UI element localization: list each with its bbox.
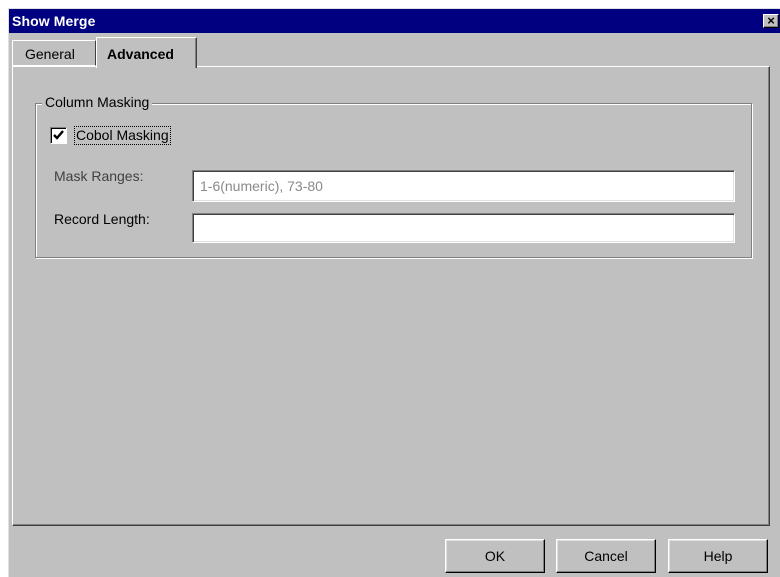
help-button[interactable]: Help: [668, 539, 768, 573]
column-masking-group-label: Column Masking: [42, 94, 153, 110]
cancel-button[interactable]: Cancel: [556, 539, 656, 573]
cobol-masking-label[interactable]: Cobol Masking: [74, 126, 171, 145]
record-length-input[interactable]: [192, 213, 735, 243]
tab-advanced[interactable]: Advanced: [96, 37, 197, 68]
window-title: Show Merge: [12, 13, 96, 29]
mask-ranges-input[interactable]: [192, 170, 735, 202]
tab-general-label: General: [25, 46, 75, 62]
close-icon: ×: [767, 13, 775, 28]
cobol-masking-checkbox[interactable]: [50, 127, 67, 144]
tab-general[interactable]: General: [12, 40, 96, 66]
tab-advanced-label: Advanced: [107, 46, 174, 62]
mask-ranges-label: Mask Ranges:: [54, 168, 144, 184]
record-length-label: Record Length:: [54, 211, 150, 227]
ok-button[interactable]: OK: [445, 539, 545, 573]
checkmark-icon: [53, 130, 64, 140]
close-button[interactable]: ×: [763, 14, 779, 28]
title-bar[interactable]: Show Merge ×: [9, 9, 780, 33]
